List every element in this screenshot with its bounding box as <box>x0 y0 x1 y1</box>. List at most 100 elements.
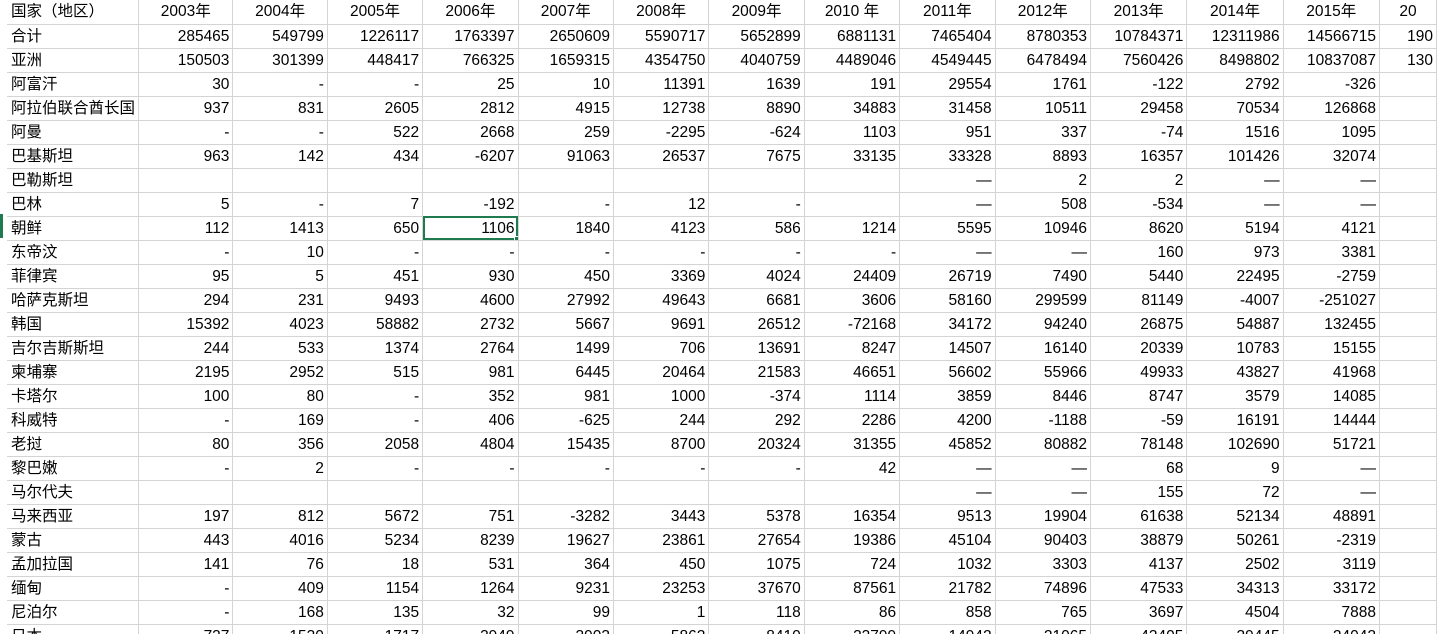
data-cell[interactable]: 27992 <box>518 288 614 313</box>
data-cell[interactable]: 508 <box>995 192 1091 217</box>
data-cell[interactable]: 48891 <box>1283 504 1380 529</box>
data-cell[interactable]: 586 <box>708 216 805 241</box>
data-cell[interactable]: 14566715 <box>1283 24 1380 49</box>
data-cell[interactable] <box>138 480 234 505</box>
data-cell[interactable]: - <box>327 240 424 265</box>
data-cell[interactable] <box>138 168 234 193</box>
data-cell[interactable]: 37670 <box>708 576 805 601</box>
data-cell[interactable] <box>1379 96 1437 121</box>
data-cell[interactable]: 56602 <box>899 360 996 385</box>
row-label-cell[interactable]: 尼泊尔 <box>7 600 140 625</box>
data-cell[interactable]: 33799 <box>804 624 901 634</box>
data-cell[interactable]: 930 <box>422 264 519 289</box>
data-cell[interactable]: 86 <box>804 600 901 625</box>
data-cell[interactable]: 8410 <box>708 624 805 634</box>
data-cell[interactable]: 80 <box>232 384 328 409</box>
data-cell[interactable] <box>1379 480 1437 505</box>
data-cell[interactable]: 434 <box>327 144 424 169</box>
data-cell[interactable]: 724 <box>804 552 901 577</box>
data-cell[interactable]: 4040759 <box>708 48 805 73</box>
data-cell[interactable]: 4200 <box>899 408 996 433</box>
data-cell[interactable]: 7675 <box>708 144 805 169</box>
data-cell[interactable]: 981 <box>422 360 519 385</box>
column-header[interactable]: 2006年 <box>422 0 519 25</box>
data-cell[interactable]: 1717 <box>327 624 424 634</box>
data-cell[interactable]: 141 <box>138 552 234 577</box>
data-cell[interactable]: 2 <box>1090 168 1188 193</box>
data-cell[interactable]: 650 <box>327 216 424 241</box>
data-cell[interactable]: 4121 <box>1283 216 1380 241</box>
row-label-cell[interactable]: 阿曼 <box>7 120 140 145</box>
data-cell[interactable]: — <box>995 240 1091 265</box>
data-cell[interactable]: -122 <box>1090 72 1188 97</box>
data-cell[interactable]: 80 <box>138 432 234 457</box>
column-header[interactable]: 2012年 <box>995 0 1091 25</box>
data-cell[interactable]: 1639 <box>708 72 805 97</box>
data-cell[interactable]: 16357 <box>1090 144 1188 169</box>
column-header[interactable]: 2007年 <box>518 0 614 25</box>
data-cell[interactable]: 2605 <box>327 96 424 121</box>
data-cell[interactable]: 21782 <box>899 576 996 601</box>
column-header[interactable]: 2009年 <box>708 0 805 25</box>
data-cell[interactable]: 112 <box>138 216 234 241</box>
data-cell[interactable]: 6478494 <box>995 48 1091 73</box>
data-cell[interactable]: 3606 <box>804 288 901 313</box>
column-header[interactable]: 2015年 <box>1283 0 1380 25</box>
data-cell[interactable]: 1075 <box>708 552 805 577</box>
data-cell[interactable] <box>708 480 805 505</box>
data-cell[interactable]: -2319 <box>1283 528 1380 553</box>
data-cell[interactable]: -192 <box>422 192 519 217</box>
data-cell[interactable]: 168 <box>232 600 328 625</box>
data-cell[interactable]: 45852 <box>899 432 996 457</box>
data-cell[interactable]: 20324 <box>708 432 805 457</box>
data-cell[interactable]: 1413 <box>232 216 328 241</box>
data-cell[interactable]: 21065 <box>995 624 1091 634</box>
data-cell[interactable]: 19904 <box>995 504 1091 529</box>
data-cell[interactable]: 3859 <box>899 384 996 409</box>
data-cell[interactable]: - <box>138 240 234 265</box>
data-cell[interactable]: 43827 <box>1186 360 1284 385</box>
row-label-cell[interactable]: 老挝 <box>7 432 140 457</box>
data-cell[interactable]: -2759 <box>1283 264 1380 289</box>
column-header[interactable]: 2004年 <box>232 0 328 25</box>
data-cell[interactable]: 8446 <box>995 384 1091 409</box>
data-cell[interactable]: 963 <box>138 144 234 169</box>
row-label-cell[interactable]: 孟加拉国 <box>7 552 140 577</box>
data-cell[interactable]: 9 <box>1186 456 1284 481</box>
data-cell[interactable]: 259 <box>518 120 614 145</box>
data-cell[interactable] <box>422 480 519 505</box>
data-cell[interactable]: 55966 <box>995 360 1091 385</box>
data-cell[interactable]: 32074 <box>1283 144 1380 169</box>
data-cell[interactable]: 191 <box>804 72 901 97</box>
data-cell[interactable]: 10784371 <box>1090 24 1188 49</box>
data-cell[interactable]: 1530 <box>232 624 328 634</box>
data-cell[interactable]: 5590717 <box>613 24 710 49</box>
data-cell[interactable]: 4024 <box>708 264 805 289</box>
data-cell[interactable]: 43405 <box>1090 624 1188 634</box>
data-cell[interactable]: 12311986 <box>1186 24 1284 49</box>
data-cell[interactable]: 190 <box>1379 24 1437 49</box>
data-cell[interactable]: 26719 <box>899 264 996 289</box>
data-cell[interactable]: - <box>232 192 328 217</box>
data-cell[interactable]: 301399 <box>232 48 328 73</box>
data-cell[interactable]: 80882 <box>995 432 1091 457</box>
data-cell[interactable]: -59 <box>1090 408 1188 433</box>
data-cell[interactable]: 2195 <box>138 360 234 385</box>
data-cell[interactable]: 244 <box>613 408 710 433</box>
data-cell[interactable]: — <box>1283 168 1380 193</box>
data-cell[interactable]: 135 <box>327 600 424 625</box>
data-cell[interactable]: 5 <box>232 264 328 289</box>
data-cell[interactable]: -74 <box>1090 120 1188 145</box>
data-cell[interactable]: -534 <box>1090 192 1188 217</box>
data-cell[interactable]: 549799 <box>232 24 328 49</box>
data-cell[interactable]: -2295 <box>613 120 710 145</box>
data-cell[interactable]: 20464 <box>613 360 710 385</box>
column-header[interactable]: 国家（地区） <box>7 0 140 25</box>
selected-cell[interactable]: 1106 <box>422 216 519 241</box>
data-cell[interactable]: 49933 <box>1090 360 1188 385</box>
data-cell[interactable] <box>804 168 901 193</box>
data-cell[interactable]: 58160 <box>899 288 996 313</box>
data-cell[interactable]: 7560426 <box>1090 48 1188 73</box>
data-cell[interactable]: 352 <box>422 384 519 409</box>
data-cell[interactable]: -6207 <box>422 144 519 169</box>
